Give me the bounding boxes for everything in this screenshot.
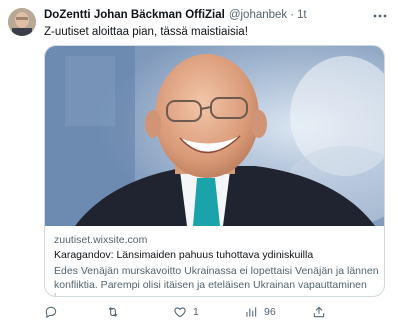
card-title: Karagandov: Länsimaiden pahuus tuhottava… <box>54 249 314 261</box>
card-description: Edes Venäjän murskavoitto Ukrainassa ei … <box>54 265 379 296</box>
header-separator: · <box>290 9 295 21</box>
share-button[interactable] <box>312 303 326 321</box>
reply-icon <box>45 306 57 319</box>
reply-button[interactable] <box>44 303 64 321</box>
retweet-button[interactable] <box>106 303 126 321</box>
share-icon <box>313 306 325 318</box>
views-count: 96 <box>264 306 276 318</box>
more-dots-icon <box>373 14 387 18</box>
more-button[interactable] <box>372 8 388 24</box>
timestamp[interactable]: 1t <box>297 9 307 21</box>
action-bar: 1 96 <box>44 303 384 321</box>
tweet-header: DoZentti Johan Bäckman OffiZial @johanbe… <box>44 9 378 25</box>
author-handle[interactable]: @johanbek <box>229 9 287 21</box>
retweet-icon <box>108 307 118 317</box>
link-card[interactable]: zuutiset.wixsite.com Karagandov: Länsima… <box>44 45 385 297</box>
views-button[interactable]: 96 <box>244 303 276 321</box>
avatar[interactable] <box>8 8 36 36</box>
tweet[interactable]: DoZentti Johan Bäckman OffiZial @johanbe… <box>0 0 398 327</box>
like-count: 1 <box>193 306 199 318</box>
views-chart-icon <box>246 307 257 317</box>
author-name[interactable]: DoZentti Johan Bäckman OffiZial <box>44 9 225 21</box>
heart-icon <box>174 307 186 318</box>
tweet-text: Z-uutiset aloittaa pian, tässä maistiais… <box>44 26 248 38</box>
card-domain: zuutiset.wixsite.com <box>54 234 148 246</box>
card-image[interactable] <box>45 46 385 226</box>
like-button[interactable]: 1 <box>173 303 199 321</box>
